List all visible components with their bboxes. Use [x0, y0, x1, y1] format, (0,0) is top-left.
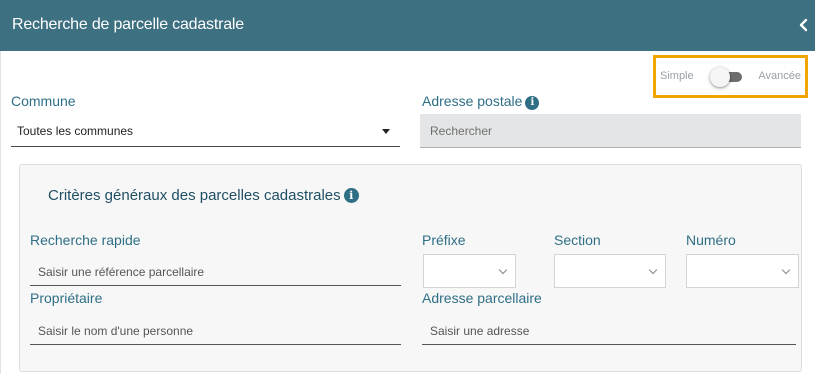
adresse-postale-label: Adresse postale i [422, 93, 540, 110]
chevron-down-icon [648, 265, 658, 275]
mode-simple-label[interactable]: Simple [660, 70, 694, 82]
toggle-knob[interactable] [710, 67, 730, 87]
adresse-parcellaire-input[interactable] [422, 317, 796, 344]
panel-header: Recherche de parcelle cadastrale [0, 0, 815, 51]
recherche-rapide-field [30, 258, 401, 286]
adresse-parcellaire-label: Adresse parcellaire [422, 290, 542, 306]
proprietaire-input[interactable] [30, 317, 401, 344]
commune-select[interactable]: Toutes les communes [11, 116, 400, 147]
commune-selected-value: Toutes les communes [17, 124, 134, 138]
adresse-postale-label-text: Adresse postale [422, 93, 523, 109]
numero-label: Numéro [686, 232, 736, 248]
page-title: Recherche de parcelle cadastrale [12, 16, 244, 33]
criteria-panel-title: Critères généraux des parcelles cadastra… [48, 187, 359, 204]
adresse-postale-input[interactable] [420, 114, 801, 147]
panel-left-border [0, 51, 1, 374]
prefixe-select[interactable] [423, 254, 516, 288]
section-select[interactable] [554, 254, 666, 288]
recherche-rapide-label: Recherche rapide [30, 232, 141, 248]
proprietaire-field [30, 317, 401, 345]
adresse-postale-field [420, 114, 801, 148]
info-icon[interactable]: i [525, 96, 540, 110]
chevron-down-icon [498, 265, 508, 275]
info-icon[interactable]: i [343, 188, 359, 203]
criteria-panel-title-text: Critères généraux des parcelles cadastra… [48, 187, 341, 204]
search-mode-toggle-group: Simple Avancée [653, 55, 808, 98]
section-label: Section [554, 232, 601, 248]
proprietaire-label: Propriétaire [30, 290, 103, 306]
prefixe-label: Préfixe [422, 232, 466, 248]
chevron-down-icon [781, 265, 791, 275]
chevron-left-icon[interactable] [797, 17, 809, 33]
numero-select[interactable] [686, 254, 799, 288]
search-mode-toggle[interactable] [710, 67, 742, 87]
caret-down-icon [382, 129, 390, 134]
recherche-rapide-input[interactable] [30, 258, 401, 285]
commune-label: Commune [11, 93, 76, 109]
adresse-parcellaire-field [422, 317, 796, 345]
mode-advanced-label[interactable]: Avancée [758, 70, 801, 82]
